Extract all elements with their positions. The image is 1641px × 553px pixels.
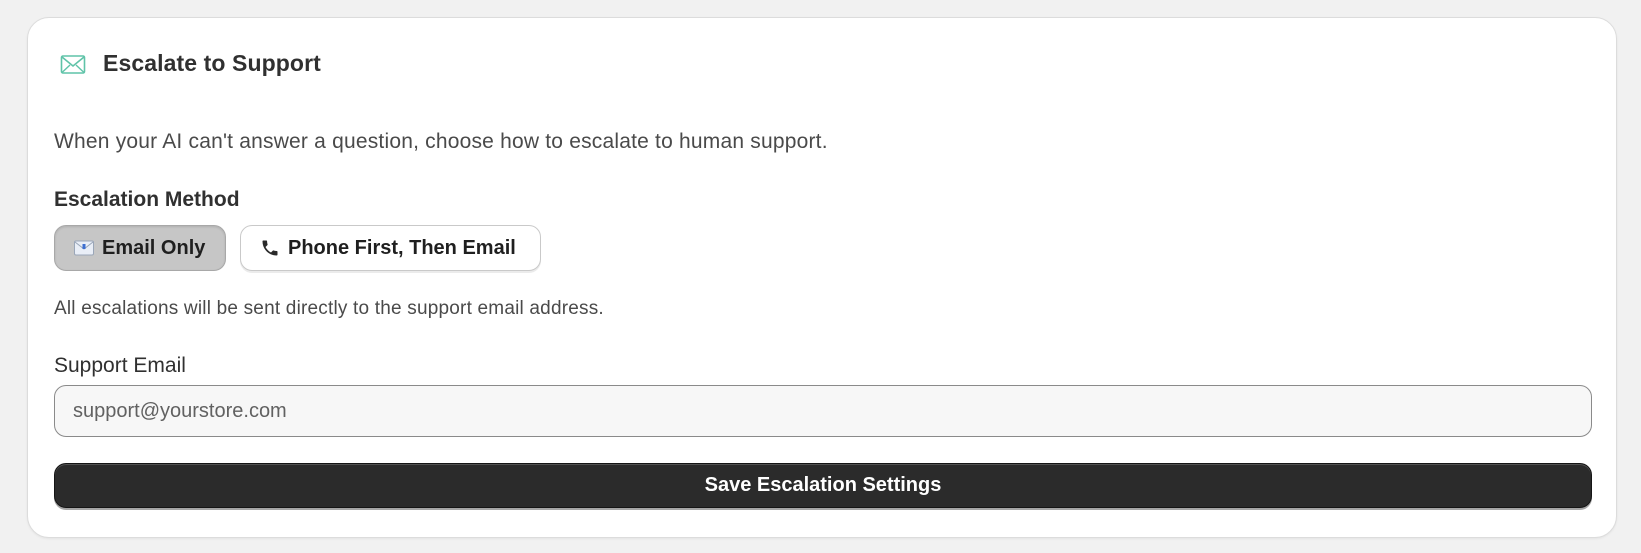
email-only-label: Email Only	[102, 236, 206, 259]
escalation-hint: All escalations will be sent directly to…	[54, 298, 604, 319]
envelope-icon	[60, 52, 86, 78]
card-description: When your AI can't answer a question, ch…	[54, 130, 828, 153]
support-email-label: Support Email	[54, 354, 186, 377]
escalation-method-toggle: Email Only Phone First, Then Email	[54, 225, 541, 271]
envelope-icon	[74, 240, 94, 256]
support-email-input[interactable]	[54, 385, 1592, 437]
card-title: Escalate to Support	[103, 49, 321, 76]
phone-first-option[interactable]: Phone First, Then Email	[240, 225, 541, 271]
email-only-option[interactable]: Email Only	[54, 225, 226, 271]
escalation-method-label: Escalation Method	[54, 188, 240, 211]
phone-first-label: Phone First, Then Email	[288, 236, 516, 259]
phone-icon	[260, 238, 280, 258]
escalation-card: Escalate to Support When your AI can't a…	[27, 17, 1617, 538]
card-header: Escalate to Support	[60, 48, 321, 78]
save-escalation-settings-button[interactable]: Save Escalation Settings	[54, 463, 1592, 508]
